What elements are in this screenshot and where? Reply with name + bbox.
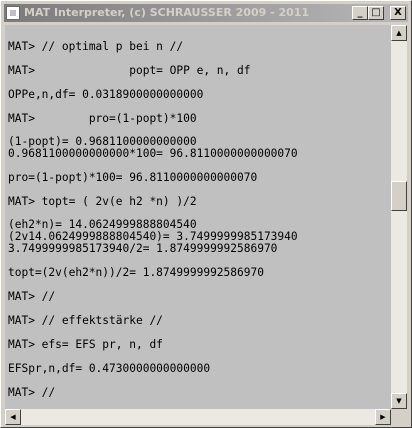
title-bar[interactable]: MAT Interpreter, (c) SCHRAUSSER 2009 - 2… <box>4 4 408 22</box>
interpreter-window: MAT Interpreter, (c) SCHRAUSSER 2009 - 2… <box>0 0 412 428</box>
window-title: MAT Interpreter, (c) SCHRAUSSER 2009 - 2… <box>24 6 310 19</box>
app-icon[interactable] <box>6 6 20 20</box>
close-button[interactable]: X <box>390 6 406 20</box>
scroll-left-arrow-icon[interactable]: ◀ <box>5 409 21 425</box>
console-line: MAT> topt= ( 2v(e h2 *n) )/2 <box>8 195 197 208</box>
console-line: pro=(1-popt)*100= 96.8110000000000070 <box>8 171 258 184</box>
console-line: OPPe,n,df= 0.0318900000000000 <box>8 88 204 101</box>
console-line: MAT> // optimal p bei n // <box>8 40 184 53</box>
resize-grip[interactable] <box>391 409 407 425</box>
console-line: 3.7499999985173940/2= 1.8749999992586970 <box>8 242 278 255</box>
horizontal-scrollbar[interactable]: ◀ ▶ <box>5 409 391 425</box>
console-line: MAT> // effektstärke // <box>8 314 163 327</box>
vertical-scroll-thumb[interactable] <box>391 181 407 211</box>
console-line: MAT> // <box>8 290 56 303</box>
scroll-down-arrow-icon[interactable]: ▼ <box>391 393 407 409</box>
console-output[interactable]: MAT> // optimal p bei n // MAT> popt= OP… <box>5 25 391 409</box>
console-line: MAT> pro=(1-popt)*100 <box>8 112 197 125</box>
console-line: MAT> // <box>8 386 56 399</box>
console-line: MAT> popt= OPP e, n, df <box>8 64 251 77</box>
console-line: 0.9681100000000000*100= 96.8110000000000… <box>8 147 298 160</box>
vertical-scrollbar[interactable]: ▲ ▼ <box>391 25 407 409</box>
scroll-up-arrow-icon[interactable]: ▲ <box>391 25 407 41</box>
minimize-button[interactable]: _ <box>352 6 368 20</box>
console-line: topt=(2v(eh2*n))/2= 1.8749999992586970 <box>8 266 264 279</box>
console-line: MAT> efs= EFS pr, n, df <box>8 338 163 351</box>
console-line: EFSpr,n,df= 0.4730000000000000 <box>8 362 211 375</box>
scroll-right-arrow-icon[interactable]: ▶ <box>375 409 391 425</box>
maximize-button[interactable]: □ <box>368 6 384 20</box>
